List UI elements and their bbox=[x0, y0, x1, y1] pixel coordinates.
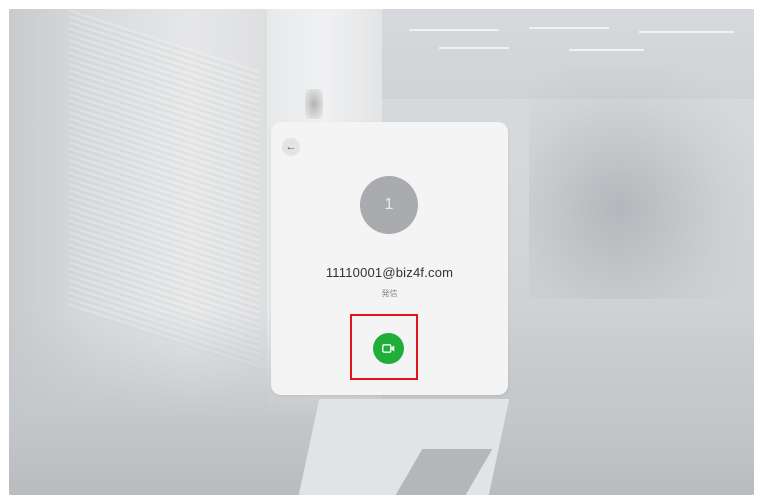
highlight-box bbox=[350, 314, 418, 380]
ceiling-light bbox=[439, 47, 509, 49]
avatar: 1 bbox=[360, 176, 418, 234]
ceiling-light bbox=[569, 49, 644, 51]
ceiling-light bbox=[639, 31, 734, 33]
background-person bbox=[305, 89, 323, 119]
contact-email: 11110001@biz4f.com bbox=[325, 265, 454, 280]
back-arrow-icon: ← bbox=[285, 140, 297, 153]
back-button[interactable]: ← bbox=[282, 138, 300, 156]
ceiling-light bbox=[409, 29, 499, 31]
background-people bbox=[529, 69, 754, 299]
ceiling-light bbox=[529, 27, 609, 29]
call-status-label: 発信 bbox=[381, 289, 398, 298]
avatar-initial: 1 bbox=[384, 196, 394, 213]
